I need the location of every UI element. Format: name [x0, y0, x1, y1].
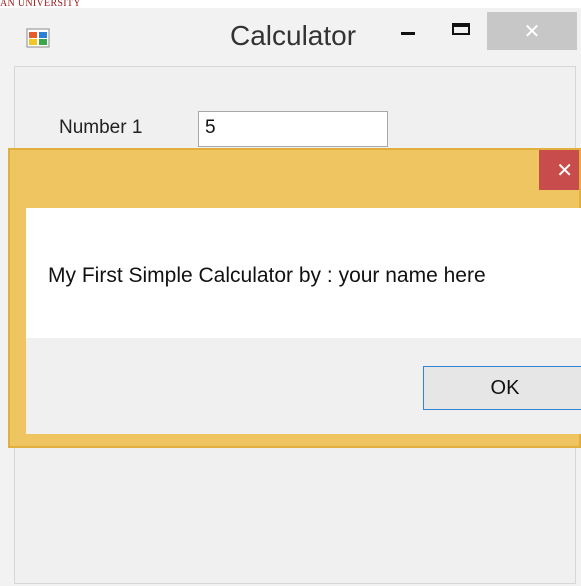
message-body: My First Simple Calculator by : your nam…: [26, 208, 581, 338]
number1-input[interactable]: 5: [198, 111, 388, 147]
maximize-button[interactable]: [444, 16, 478, 46]
message-box: ✕ My First Simple Calculator by : your n…: [8, 148, 581, 448]
message-close-button[interactable]: ✕: [539, 150, 579, 190]
ok-button[interactable]: OK: [423, 366, 581, 410]
app-icon: [26, 28, 50, 48]
close-button[interactable]: ✕: [487, 12, 577, 50]
close-icon: ✕: [523, 20, 541, 43]
close-icon: ✕: [556, 159, 573, 182]
message-footer: OK: [26, 338, 581, 434]
maximize-icon: [452, 23, 470, 35]
message-text: My First Simple Calculator by : your nam…: [48, 264, 486, 287]
number1-label: Number 1: [59, 117, 143, 138]
minimize-button[interactable]: [393, 16, 423, 46]
window-title: Calculator: [230, 20, 357, 51]
minimize-icon: [401, 31, 415, 35]
calculator-titlebar[interactable]: Calculator ✕: [0, 8, 581, 56]
